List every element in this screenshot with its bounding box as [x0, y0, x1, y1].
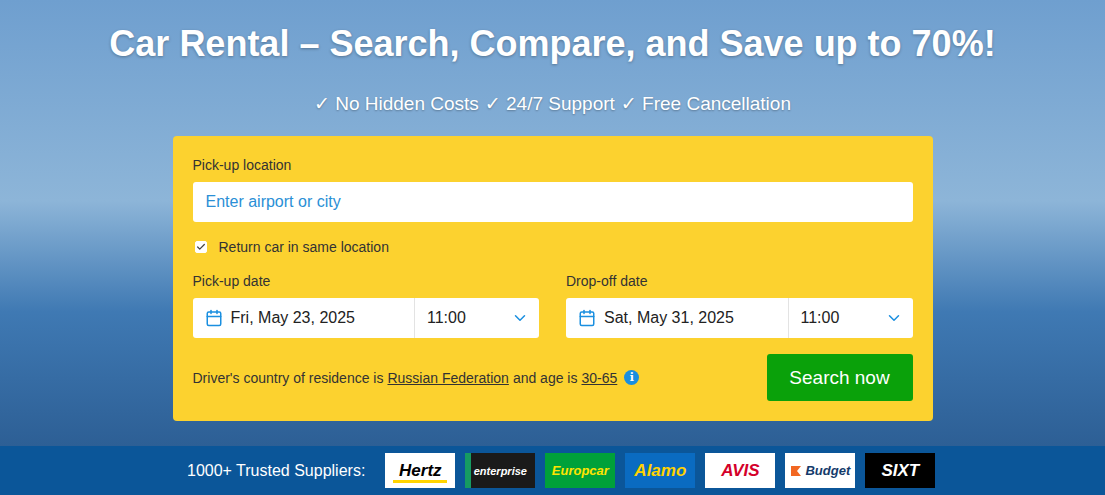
supplier-logo: AVIS	[705, 453, 775, 488]
info-icon[interactable]: i	[624, 370, 639, 385]
time-select[interactable]: 11:00	[414, 298, 539, 338]
pickup-input[interactable]	[193, 182, 913, 222]
same-location-checkbox[interactable]: Return car in same location	[193, 238, 913, 256]
country-link[interactable]: Russian Federation	[387, 369, 508, 387]
date-picker[interactable]: Sat, May 31, 2025	[566, 298, 788, 338]
logo-name: Alamo	[634, 461, 686, 481]
supplier-logo: Hertz	[385, 453, 455, 488]
date-column: Pick-up date Fri, May 23, 2025 11:00	[193, 272, 540, 338]
time-select[interactable]: 11:00	[788, 298, 913, 338]
logo-name: Budget	[805, 463, 850, 478]
budget-flag-icon	[790, 465, 802, 477]
logo-name: Hertz	[399, 461, 442, 481]
date-field: Sat, May 31, 2025 11:00	[566, 298, 913, 338]
hero: Car Rental – Search, Compare, and Save u…	[0, 0, 1105, 446]
feature: ✓ 24/7 Support	[485, 92, 615, 116]
supplier-logo: enterprise	[465, 453, 535, 488]
search-form: Pick-up location Return car in same locat…	[173, 136, 933, 421]
check-icon	[196, 242, 206, 252]
checkbox-label: Return car in same location	[219, 238, 389, 256]
residence-middle: and age is	[513, 369, 578, 387]
logo-name: AVIS	[721, 461, 759, 481]
pickup-label: Pick-up location	[193, 156, 913, 174]
time-value: 11:00	[427, 309, 466, 327]
chevron-down-icon	[885, 309, 903, 327]
page: Car Rental – Search, Compare, and Save u…	[0, 0, 1105, 495]
dates-row: Pick-up dateFri, May 23, 202511:00Drop-o…	[193, 272, 913, 338]
time-value: 11:00	[801, 309, 840, 327]
date-value: Fri, May 23, 2025	[231, 309, 356, 327]
suppliers-bar: 1000+ Trusted Suppliers: Hertz enterprise E…	[0, 446, 1105, 495]
date-picker[interactable]: Fri, May 23, 2025	[193, 298, 415, 338]
calendar-icon	[205, 309, 223, 327]
calendar-icon	[578, 309, 596, 327]
hero-title: Car Rental – Search, Compare, and Save u…	[109, 22, 995, 66]
date-field: Fri, May 23, 2025 11:00	[193, 298, 540, 338]
supplier-logo: Budget	[785, 453, 855, 488]
feature: ✓ No Hidden Costs	[314, 92, 479, 116]
chevron-down-icon	[511, 309, 529, 327]
suppliers-label: 1000+ Trusted Suppliers:	[187, 462, 365, 480]
logo-stripe	[465, 453, 471, 488]
logo-name: enterprise	[474, 465, 527, 477]
date-label: Drop-off date	[566, 272, 913, 290]
date-label: Pick-up date	[193, 272, 540, 290]
residence-info: Driver's country of residence isRussian …	[193, 369, 640, 387]
supplier-logo: Alamo	[625, 453, 695, 488]
residence-prefix: Driver's country of residence is	[193, 369, 384, 387]
age-link[interactable]: 30-65	[581, 369, 617, 387]
search-button[interactable]: Search now	[767, 354, 913, 401]
date-column: Drop-off date Sat, May 31, 2025 11:00	[566, 272, 913, 338]
supplier-logo: SIXT	[865, 453, 935, 488]
supplier-logo: Europcar	[545, 453, 615, 488]
feature-list: ✓ No Hidden Costs✓ 24/7 Support✓ Free Ca…	[314, 92, 791, 116]
feature: ✓ Free Cancellation	[621, 92, 791, 116]
logo-name: SIXT	[881, 461, 919, 481]
date-value: Sat, May 31, 2025	[604, 309, 734, 327]
logo-name: Europcar	[552, 463, 609, 478]
checkbox-box[interactable]	[195, 241, 207, 253]
logo-underline	[393, 480, 447, 483]
bottom-row: Driver's country of residence isRussian …	[193, 354, 913, 401]
